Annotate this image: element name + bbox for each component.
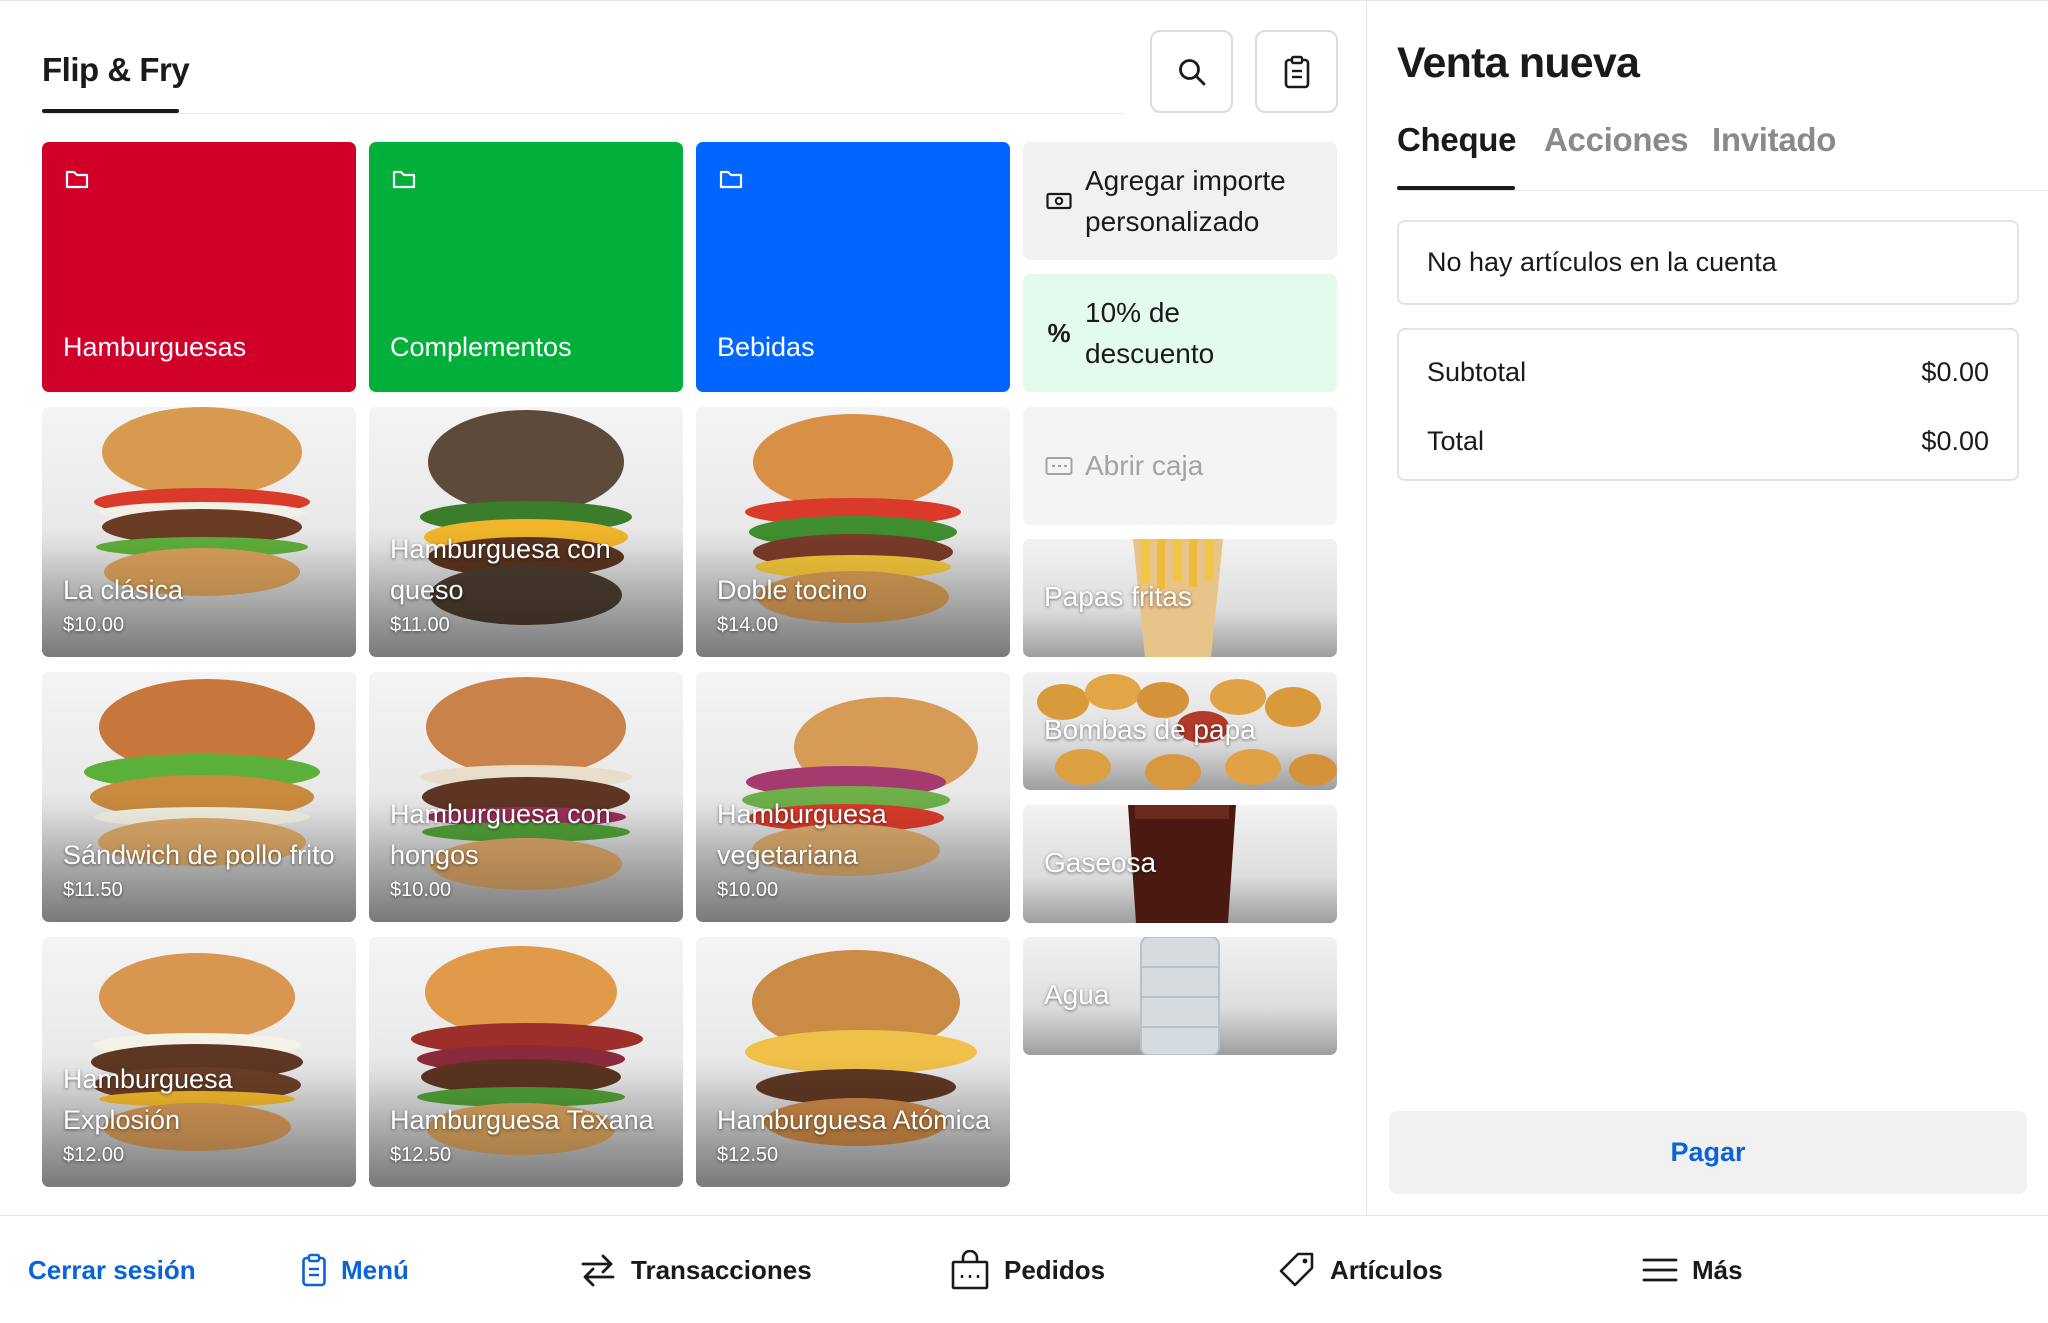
- clipboard-icon: [1284, 55, 1309, 88]
- category-label: Bebidas: [717, 332, 815, 362]
- item-hamburguesa-vegetariana[interactable]: Hamburguesa vegetariana $10.00: [696, 672, 1010, 922]
- hamburger-menu-icon: [1642, 1258, 1678, 1282]
- nav-orders[interactable]: Pedidos: [950, 1250, 1105, 1290]
- item-price: $10.00: [63, 614, 125, 636]
- item-price: $14.00: [717, 614, 779, 636]
- item-name: Hamburguesa vegetariana: [717, 799, 887, 870]
- item-name: Doble tocino: [717, 575, 868, 605]
- custom-amount-label: Agregar importe personalizado: [1085, 165, 1286, 237]
- item-name: Papas fritas: [1044, 581, 1192, 612]
- nav-orders-label: Pedidos: [1004, 1254, 1106, 1285]
- folder-icon: [719, 170, 743, 189]
- nav-menu-label: Menú: [341, 1254, 409, 1285]
- nav-menu[interactable]: Menú: [301, 1250, 409, 1290]
- nav-more-label: Más: [1692, 1254, 1743, 1285]
- item-name: Bombas de papa: [1044, 714, 1256, 745]
- sale-panel: Venta nueva Cheque Acciones Invitado No …: [1366, 0, 2048, 1215]
- transfer-arrows-icon: [581, 1254, 615, 1287]
- item-bombas-de-papa[interactable]: Bombas de papa: [1023, 672, 1337, 790]
- pay-button[interactable]: Pagar: [1389, 1111, 2027, 1194]
- total-row: Total $0.00: [1427, 426, 1989, 457]
- page-title: Venta nueva: [1397, 39, 1640, 87]
- item-name: Hamburguesa Explosión: [63, 1064, 233, 1135]
- subtotal-value: $0.00: [1921, 357, 1989, 387]
- category-complementos[interactable]: Complementos: [369, 142, 683, 392]
- drawer-icon: [1045, 452, 1073, 480]
- item-hamburguesa-texana[interactable]: Hamburguesa Texana $12.50: [369, 937, 683, 1187]
- item-name: Hamburguesa con queso: [390, 534, 611, 605]
- item-sandwich-de-pollo-frito[interactable]: Sándwich de pollo frito $11.50: [42, 672, 356, 922]
- nav-articles[interactable]: Artículos: [1278, 1250, 1443, 1290]
- item-price: $11.50: [63, 879, 123, 901]
- total-value: $0.00: [1921, 426, 1989, 456]
- item-gaseosa[interactable]: Gaseosa: [1023, 805, 1337, 923]
- subtotal-row: Subtotal $0.00: [1427, 357, 1989, 388]
- item-price: $10.00: [717, 879, 779, 901]
- logout-button[interactable]: Cerrar sesión: [28, 1250, 196, 1290]
- folder-icon: [65, 170, 89, 189]
- item-price: $12.00: [63, 1144, 125, 1166]
- folder-icon: [392, 170, 416, 189]
- cart-items-box: No hay artículos en la cuenta: [1397, 220, 2019, 305]
- open-drawer-label: Abrir caja: [1085, 450, 1204, 481]
- item-hamburguesa-explosion[interactable]: Hamburguesa Explosión $12.00: [42, 937, 356, 1187]
- item-price: $12.50: [717, 1144, 779, 1166]
- item-name: Hamburguesa Atómica: [717, 1105, 991, 1135]
- discount-label: 10% de descuento: [1085, 297, 1215, 369]
- divider: [42, 113, 1124, 114]
- item-agua[interactable]: Agua: [1023, 937, 1337, 1055]
- open-drawer-button[interactable]: Abrir caja: [1023, 407, 1337, 525]
- bottom-nav: Cerrar sesión Menú Transacciones Pedidos: [0, 1215, 2048, 1323]
- category-label: Complementos: [390, 332, 572, 362]
- item-la-clasica[interactable]: La clásica $10.00: [42, 407, 356, 657]
- item-name: Hamburguesa con hongos: [390, 799, 611, 870]
- search-button[interactable]: [1150, 30, 1233, 113]
- totals-box: Subtotal $0.00 Total $0.00: [1397, 328, 2019, 481]
- search-icon: [1178, 58, 1205, 85]
- logout-label: Cerrar sesión: [28, 1254, 196, 1285]
- cash-icon: [1045, 187, 1073, 215]
- tab-invitado[interactable]: Invitado: [1712, 121, 1836, 159]
- clipboard-icon: [302, 1253, 326, 1287]
- item-name: Hamburguesa Texana: [390, 1105, 654, 1135]
- item-hamburguesa-atomica[interactable]: Hamburguesa Atómica $12.50: [696, 937, 1010, 1187]
- percent-icon: %: [1047, 317, 1071, 348]
- category-bebidas[interactable]: Bebidas: [696, 142, 1010, 392]
- item-price: $10.00: [390, 879, 452, 901]
- menu-panel: Flip & Fry Hamburguesas Complementos Beb…: [0, 0, 1366, 1215]
- item-price: $11.00: [390, 614, 450, 636]
- item-hamburguesa-con-queso[interactable]: Hamburguesa con queso $11.00: [369, 407, 683, 657]
- custom-amount-button[interactable]: Agregar importe personalizado: [1023, 142, 1337, 260]
- item-name: Agua: [1044, 979, 1110, 1010]
- tag-icon: [1279, 1252, 1314, 1287]
- shopping-bag-icon: [951, 1250, 989, 1290]
- item-name: Gaseosa: [1044, 847, 1157, 878]
- subtotal-label: Subtotal: [1427, 357, 1527, 387]
- nav-articles-label: Artículos: [1330, 1254, 1443, 1285]
- item-papas-fritas[interactable]: Papas fritas: [1023, 539, 1337, 657]
- item-name: La clásica: [63, 575, 184, 605]
- total-label: Total: [1427, 426, 1485, 456]
- discount-button[interactable]: % 10% de descuento: [1023, 274, 1337, 392]
- nav-more[interactable]: Más: [1642, 1250, 1743, 1290]
- empty-cart-message: No hay artículos en la cuenta: [1427, 247, 1777, 277]
- menu-tab-flip-fry[interactable]: Flip & Fry: [42, 51, 190, 89]
- saved-sales-button[interactable]: [1255, 30, 1338, 113]
- category-label: Hamburguesas: [63, 332, 247, 362]
- tab-acciones[interactable]: Acciones: [1544, 121, 1689, 159]
- nav-transactions-label: Transacciones: [631, 1254, 812, 1285]
- category-hamburguesas[interactable]: Hamburguesas: [42, 142, 356, 392]
- item-doble-tocino[interactable]: Doble tocino $14.00: [696, 407, 1010, 657]
- nav-transactions[interactable]: Transacciones: [579, 1250, 812, 1290]
- item-price: $12.50: [390, 1144, 452, 1166]
- divider: [1397, 190, 2048, 191]
- item-name: Sándwich de pollo frito: [63, 840, 335, 870]
- item-hamburguesa-con-hongos[interactable]: Hamburguesa con hongos $10.00: [369, 672, 683, 922]
- tab-cheque[interactable]: Cheque: [1397, 121, 1517, 159]
